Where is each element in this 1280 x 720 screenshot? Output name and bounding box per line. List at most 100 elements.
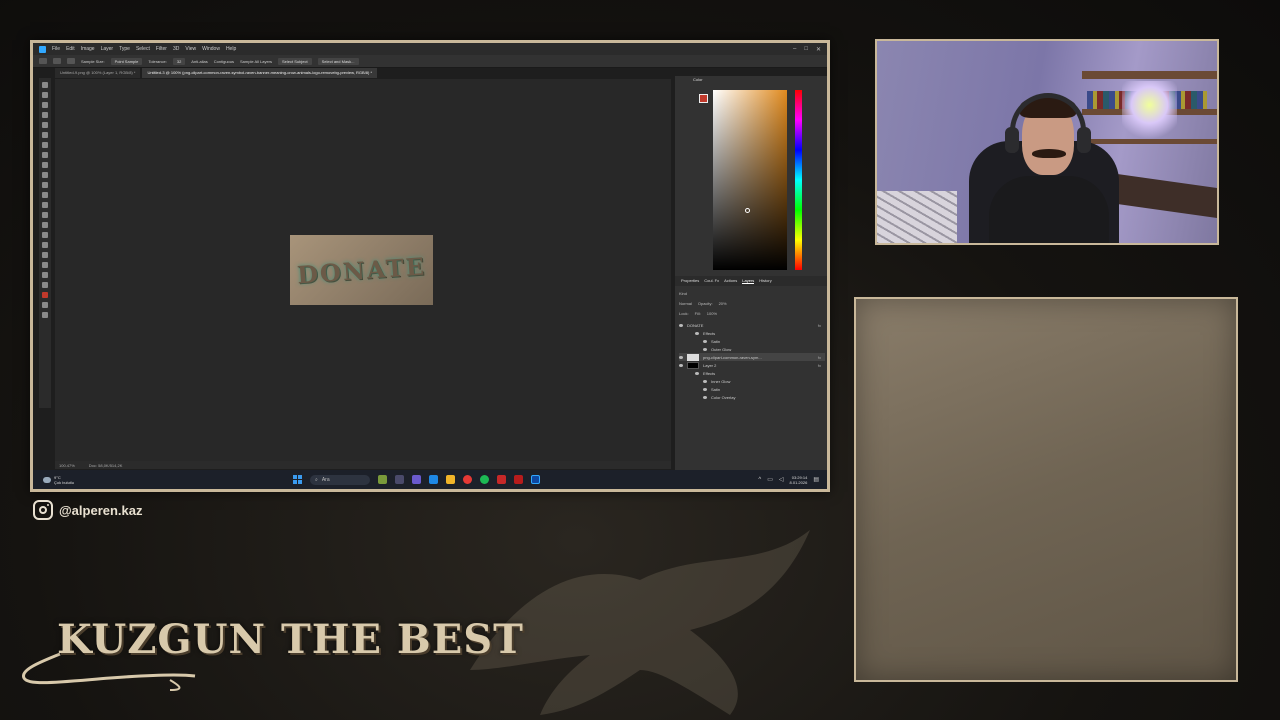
eraser-tool-icon[interactable] — [42, 182, 48, 188]
menu-select[interactable]: Select — [136, 46, 150, 52]
edge-icon[interactable] — [429, 475, 438, 484]
move-tool-icon[interactable] — [42, 82, 48, 88]
tab-properties[interactable]: Properties — [681, 278, 699, 284]
quick-mask-icon[interactable] — [42, 302, 48, 308]
visibility-eye-icon[interactable] — [679, 355, 683, 359]
spotify-icon[interactable] — [480, 475, 489, 484]
history-brush-icon[interactable] — [42, 172, 48, 178]
document-canvas[interactable]: DONATE — [55, 79, 671, 461]
taskbar-search[interactable]: ⌕ Ara — [310, 474, 370, 485]
hue-slider[interactable] — [795, 90, 802, 270]
visibility-eye-icon[interactable] — [695, 331, 699, 335]
path-selection-icon[interactable] — [42, 242, 48, 248]
antialias-checkbox[interactable]: Anti-alias — [191, 59, 207, 64]
opacity-input[interactable]: 20% — [719, 301, 727, 306]
maximize-icon[interactable]: □ — [804, 46, 808, 53]
task-view-icon[interactable] — [395, 475, 404, 484]
photoshop-taskbar-icon[interactable] — [531, 475, 540, 484]
marquee-tool-icon[interactable] — [42, 92, 48, 98]
dodge-tool-icon[interactable] — [42, 212, 48, 218]
contiguous-checkbox[interactable]: Contiguous — [214, 59, 234, 64]
sample-size-select[interactable]: Point Sample — [110, 57, 143, 65]
healing-tool-icon[interactable] — [42, 142, 48, 148]
layer-effect-satin[interactable]: Satin — [679, 385, 825, 393]
streaming-app-icon[interactable] — [514, 475, 523, 484]
screen-mode-icon[interactable] — [42, 312, 48, 318]
blend-mode-select[interactable]: Normal — [679, 301, 692, 306]
tab-coul-fx[interactable]: Coul. Fx — [704, 278, 719, 284]
zoom-tool-icon[interactable] — [42, 272, 48, 278]
gradient-tool-icon[interactable] — [42, 192, 48, 198]
notification-icon[interactable]: ▤ — [813, 476, 819, 483]
tray-chevron-icon[interactable]: ^ — [758, 477, 761, 483]
volume-icon[interactable]: ◁ — [779, 476, 784, 483]
fx-icon[interactable]: fx — [818, 323, 825, 328]
visibility-eye-icon[interactable] — [703, 395, 707, 399]
weather-widget[interactable]: 9°C Çok bulutlu — [33, 475, 293, 485]
foreground-color-swatch[interactable] — [42, 292, 48, 298]
layer-donate[interactable]: DONATE fx — [679, 321, 825, 329]
menu-window[interactable]: Window — [202, 46, 220, 52]
color-picker-cursor[interactable] — [745, 208, 750, 213]
eyedropper-tool-icon[interactable] — [42, 132, 48, 138]
opera-icon[interactable] — [463, 475, 472, 484]
tab-history[interactable]: History — [759, 278, 771, 284]
tab-actions[interactable]: Actions — [724, 278, 737, 284]
layer-effect-inner-glow[interactable]: Inner Glow — [679, 377, 825, 385]
crop-tool-icon[interactable] — [42, 122, 48, 128]
sample-all-layers-checkbox[interactable]: Sample All Layers — [240, 59, 272, 64]
select-and-mask-button[interactable]: Select and Mask... — [317, 57, 359, 65]
new-selection-icon[interactable] — [53, 58, 61, 64]
visibility-eye-icon[interactable] — [703, 347, 707, 351]
visibility-eye-icon[interactable] — [703, 379, 707, 383]
type-tool-icon[interactable] — [42, 232, 48, 238]
layer-effect-color-overlay[interactable]: Color Overlay — [679, 393, 825, 401]
color-swatch-foreground[interactable] — [699, 94, 708, 103]
close-icon[interactable]: ✕ — [816, 46, 821, 53]
file-explorer-icon[interactable] — [446, 475, 455, 484]
network-icon[interactable]: ▭ — [767, 476, 773, 483]
menu-edit[interactable]: Edit — [66, 46, 75, 52]
pen-tool-icon[interactable] — [42, 222, 48, 228]
menu-image[interactable]: Image — [81, 46, 95, 52]
layer-filter-kind[interactable]: Kind — [679, 291, 687, 296]
select-subject-button[interactable]: Select Subject — [278, 57, 312, 65]
stamp-tool-icon[interactable] — [42, 162, 48, 168]
magic-wand-icon[interactable] — [39, 58, 47, 64]
layer-effect-satin[interactable]: Satin — [679, 337, 825, 345]
visibility-eye-icon[interactable] — [695, 371, 699, 375]
tab-layers[interactable]: Layers — [742, 278, 755, 284]
lasso-tool-icon[interactable] — [42, 102, 48, 108]
menu-filter[interactable]: Filter — [156, 46, 167, 52]
layer-2[interactable]: Layer 2 fx — [679, 361, 825, 369]
layer-effects[interactable]: Effects — [679, 329, 825, 337]
widget-icon[interactable] — [378, 475, 387, 484]
menu-type[interactable]: Type — [119, 46, 130, 52]
tolerance-input[interactable]: 32 — [172, 57, 186, 65]
visibility-eye-icon[interactable] — [679, 363, 683, 367]
teams-icon[interactable] — [412, 475, 421, 484]
shape-tool-icon[interactable] — [42, 252, 48, 258]
layer-effects[interactable]: Effects — [679, 369, 825, 377]
menu-file[interactable]: File — [52, 46, 60, 52]
fx-icon[interactable]: fx — [818, 363, 825, 368]
layer-effect-outer-glow[interactable]: Outer Glow — [679, 345, 825, 353]
menu-layer[interactable]: Layer — [101, 46, 114, 52]
menu-view[interactable]: View — [185, 46, 196, 52]
clock[interactable]: 03:29:14 8.01.2026 — [790, 475, 808, 485]
menu-help[interactable]: Help — [226, 46, 236, 52]
tab-untitled-9[interactable]: Untitled-9.png @ 100% (Layer 1, RGB/8) * — [55, 68, 141, 78]
layer-raven-clipart[interactable]: png-clipart-common-raven-sym... fx — [679, 353, 825, 361]
fx-icon[interactable]: fx — [818, 355, 825, 360]
zoom-level[interactable]: 100.47% — [59, 463, 75, 468]
more-tools-icon[interactable] — [42, 282, 48, 288]
windows-start-icon[interactable] — [293, 475, 302, 484]
brush-tool-icon[interactable] — [42, 152, 48, 158]
hand-tool-icon[interactable] — [42, 262, 48, 268]
chrome-icon[interactable] — [497, 475, 506, 484]
color-field[interactable] — [713, 90, 787, 270]
visibility-eye-icon[interactable] — [679, 323, 683, 327]
add-selection-icon[interactable] — [67, 58, 75, 64]
minimize-icon[interactable]: – — [793, 46, 796, 53]
fill-input[interactable]: 100% — [707, 311, 717, 316]
